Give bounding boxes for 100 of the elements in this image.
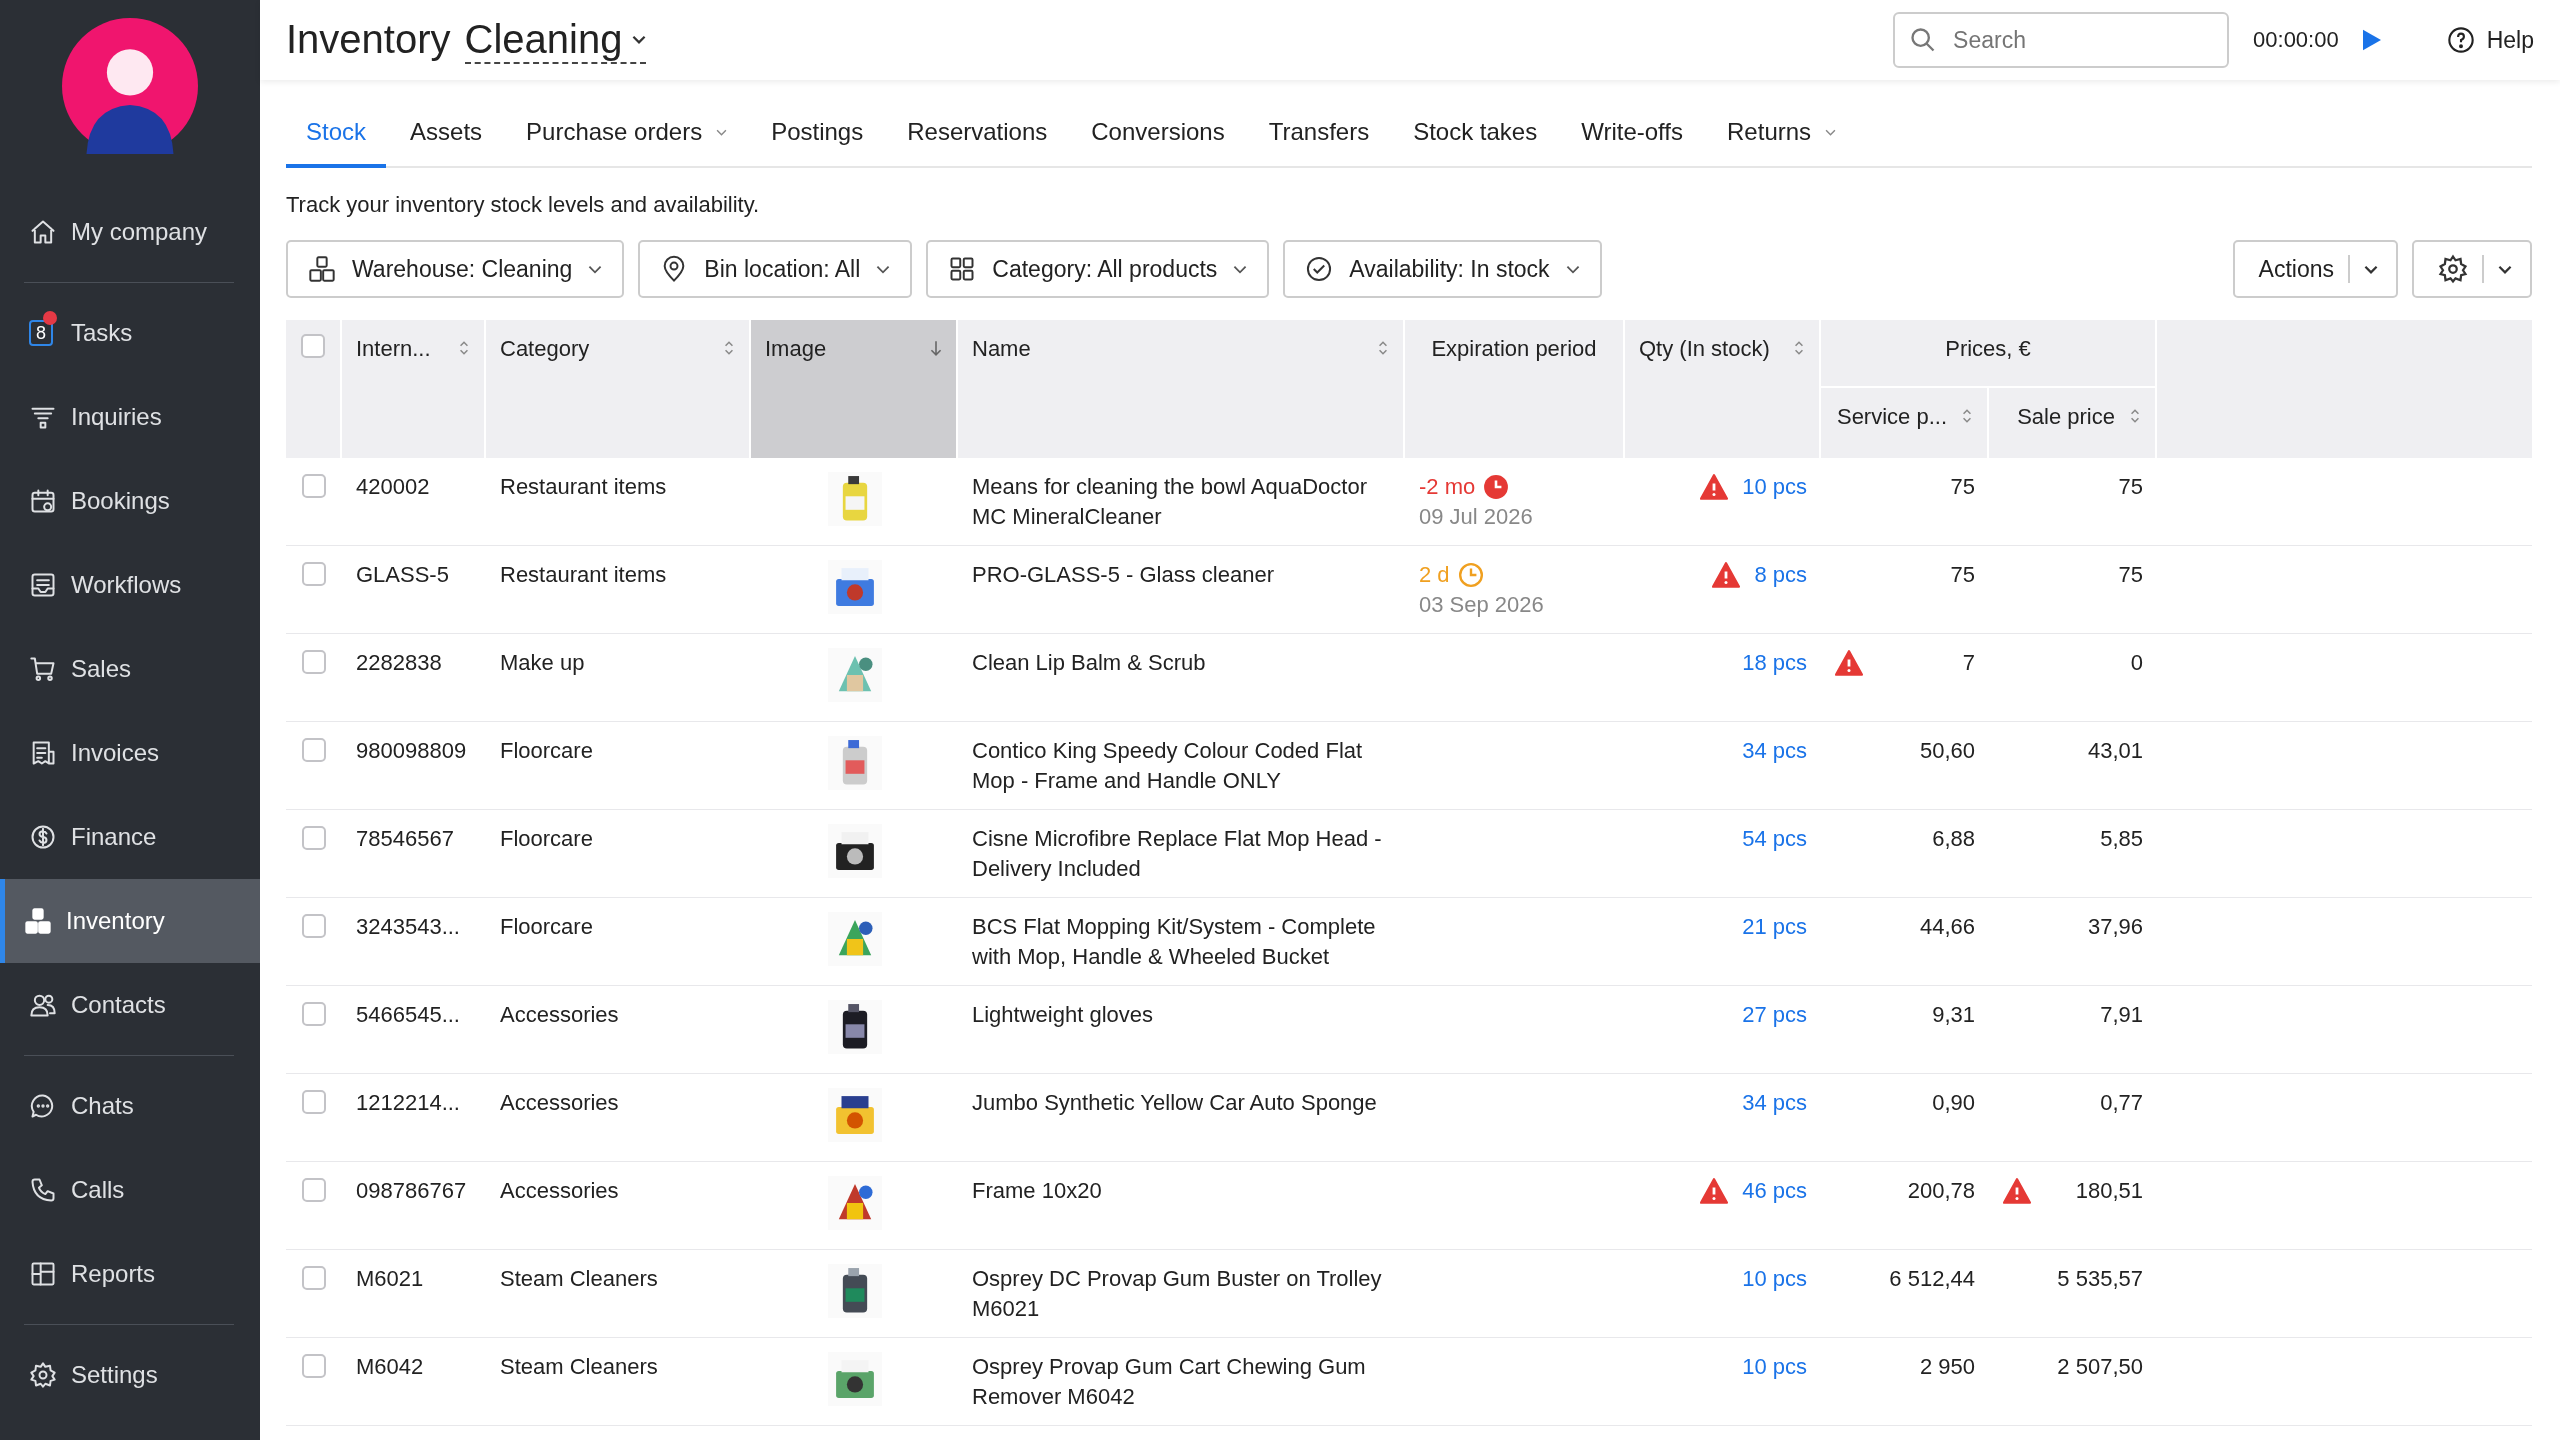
table-cell-text: Restaurant items <box>499 561 668 589</box>
expiration-date: 03 Sep 2026 <box>1419 592 1544 617</box>
page-title: Inventory <box>286 16 451 62</box>
sidebar-item[interactable]: Chats <box>0 1064 260 1148</box>
table-cell-text: Make up <box>499 649 586 677</box>
table-cell-text: 7,91 <box>2100 1001 2143 1029</box>
filter-dropdown[interactable]: Bin location: All <box>638 240 913 298</box>
play-icon[interactable] <box>2362 29 2381 51</box>
quantity-link[interactable]: 21 pcs <box>1742 912 1807 942</box>
caret-icon <box>1565 264 1580 274</box>
tab[interactable]: Reservations <box>887 104 1068 168</box>
column-header[interactable]: Image <box>751 320 958 458</box>
table-cell-text: 2282838 <box>355 649 443 677</box>
sidebar-item[interactable]: Workflows <box>0 543 260 627</box>
table-cell-text: Clean Lip Balm & Scrub <box>971 649 1207 677</box>
row-checkbox[interactable] <box>302 1090 326 1114</box>
row-checkbox[interactable] <box>302 474 326 498</box>
quantity-link[interactable]: 10 pcs <box>1742 472 1807 502</box>
row-checkbox[interactable] <box>302 1002 326 1026</box>
layout-icon <box>29 1260 57 1288</box>
caret-icon <box>1233 264 1248 274</box>
search-field[interactable]: Search <box>1893 12 2230 68</box>
table-cell-text: Contico King Speedy Colour Coded Flat Mop - Frame and Handle ONLY <box>971 737 1364 795</box>
table-cell-text: 200,78 <box>1907 1177 1975 1205</box>
sidebar-item[interactable]: Sales <box>0 627 260 711</box>
sidebar-item[interactable]: Inquiries <box>0 375 260 459</box>
table-cell-text: 180,51 <box>2075 1177 2143 1205</box>
row-checkbox[interactable] <box>302 826 326 850</box>
row-checkbox[interactable] <box>302 1354 326 1378</box>
column-header[interactable]: Qty (In stock) <box>1625 320 1821 458</box>
quantity-link[interactable]: 8 pcs <box>1754 560 1807 590</box>
sidebar-item[interactable]: Settings <box>0 1333 260 1417</box>
warehouse-selector[interactable]: Cleaning <box>464 16 647 64</box>
quantity-link[interactable]: 34 pcs <box>1742 1088 1807 1118</box>
quantity-link[interactable]: 18 pcs <box>1742 648 1807 678</box>
table-settings-button[interactable] <box>2412 240 2532 298</box>
table-cell-text: 0,90 <box>1932 1089 1975 1117</box>
table-cell-text: Accessories <box>499 1089 620 1117</box>
tab[interactable]: Write-offs <box>1561 104 1704 168</box>
table-cell-text: 78546567 <box>355 825 455 853</box>
caret-icon <box>876 264 891 274</box>
row-checkbox[interactable] <box>302 1266 326 1290</box>
tab[interactable]: Stock takes <box>1393 104 1558 168</box>
actions-button[interactable]: Actions <box>2232 240 2398 298</box>
sidebar-item[interactable]: Contacts <box>0 963 260 1047</box>
tab[interactable]: Stock <box>286 104 387 168</box>
filter-dropdown[interactable]: Category: All products <box>926 240 1270 298</box>
tab[interactable]: Conversions <box>1071 104 1245 168</box>
caret-icon <box>632 34 647 44</box>
row-checkbox[interactable] <box>302 914 326 938</box>
table-cell-text: Jumbo Synthetic Yellow Car Auto Sponge <box>971 1089 1378 1117</box>
sort-icon <box>1377 340 1389 356</box>
column-header[interactable]: Name <box>958 320 1405 458</box>
sidebar-item[interactable]: Calls <box>0 1148 260 1232</box>
sidebar-item[interactable]: 8 Tasks <box>0 291 260 375</box>
row-checkbox[interactable] <box>302 650 326 674</box>
sidebar-item[interactable]: Inventory <box>0 879 260 963</box>
table-cell-text: M6042 <box>355 1353 425 1381</box>
settings-icon <box>2438 254 2468 284</box>
tab[interactable]: Assets <box>390 104 503 168</box>
table-cell-text: 75 <box>2118 561 2143 589</box>
table-cell-text: Restaurant items <box>499 473 668 501</box>
sidebar-item[interactable]: Reports <box>0 1232 260 1316</box>
sidebar-item[interactable]: Bookings <box>0 459 260 543</box>
timer: 00:00:00 <box>2253 27 2339 53</box>
tab[interactable]: Transfers <box>1248 104 1390 168</box>
quantity-link[interactable]: 34 pcs <box>1742 736 1807 766</box>
quantity-link[interactable]: 10 pcs <box>1742 1352 1807 1382</box>
select-all-checkbox[interactable] <box>301 334 325 358</box>
filter-dropdown[interactable]: Warehouse: Cleaning <box>286 240 625 298</box>
column-header[interactable]: Intern... <box>342 320 486 458</box>
table-cell-text: 75 <box>1950 561 1975 589</box>
tab[interactable]: Purchase orders <box>506 104 748 168</box>
table-cell-text: 420002 <box>355 473 431 501</box>
sidebar-item[interactable]: Finance <box>0 795 260 879</box>
home-icon <box>29 218 57 246</box>
row-checkbox[interactable] <box>302 1178 326 1202</box>
tab[interactable]: Postings <box>751 104 884 168</box>
quantity-link[interactable]: 54 pcs <box>1742 824 1807 854</box>
table-cell-text: 75 <box>2118 473 2143 501</box>
row-checkbox[interactable] <box>302 738 326 762</box>
column-header[interactable]: Service p... <box>1821 388 1989 458</box>
row-checkbox[interactable] <box>302 562 326 586</box>
dollar-icon <box>29 823 57 851</box>
table-cell-text: Floorcare <box>499 737 594 765</box>
help-button[interactable]: Help <box>2440 25 2540 55</box>
sidebar-item[interactable]: Invoices <box>0 711 260 795</box>
quantity-link[interactable]: 46 pcs <box>1742 1176 1807 1206</box>
column-header[interactable]: Sale price <box>1989 388 2157 458</box>
sidebar-item[interactable]: My company <box>0 190 260 274</box>
tab[interactable]: Returns <box>1707 104 1857 168</box>
caret-icon <box>588 264 603 274</box>
sort-icon <box>1961 408 1973 424</box>
filter-dropdown[interactable]: Availability: In stock <box>1283 240 1602 298</box>
column-header[interactable]: Expiration period <box>1405 320 1625 458</box>
table-cell-text: Floorcare <box>499 825 594 853</box>
table-cell-text: 2 507,50 <box>2057 1353 2143 1381</box>
quantity-link[interactable]: 27 pcs <box>1742 1000 1807 1030</box>
avatar[interactable] <box>62 18 198 154</box>
quantity-link[interactable]: 10 pcs <box>1742 1264 1807 1294</box>
